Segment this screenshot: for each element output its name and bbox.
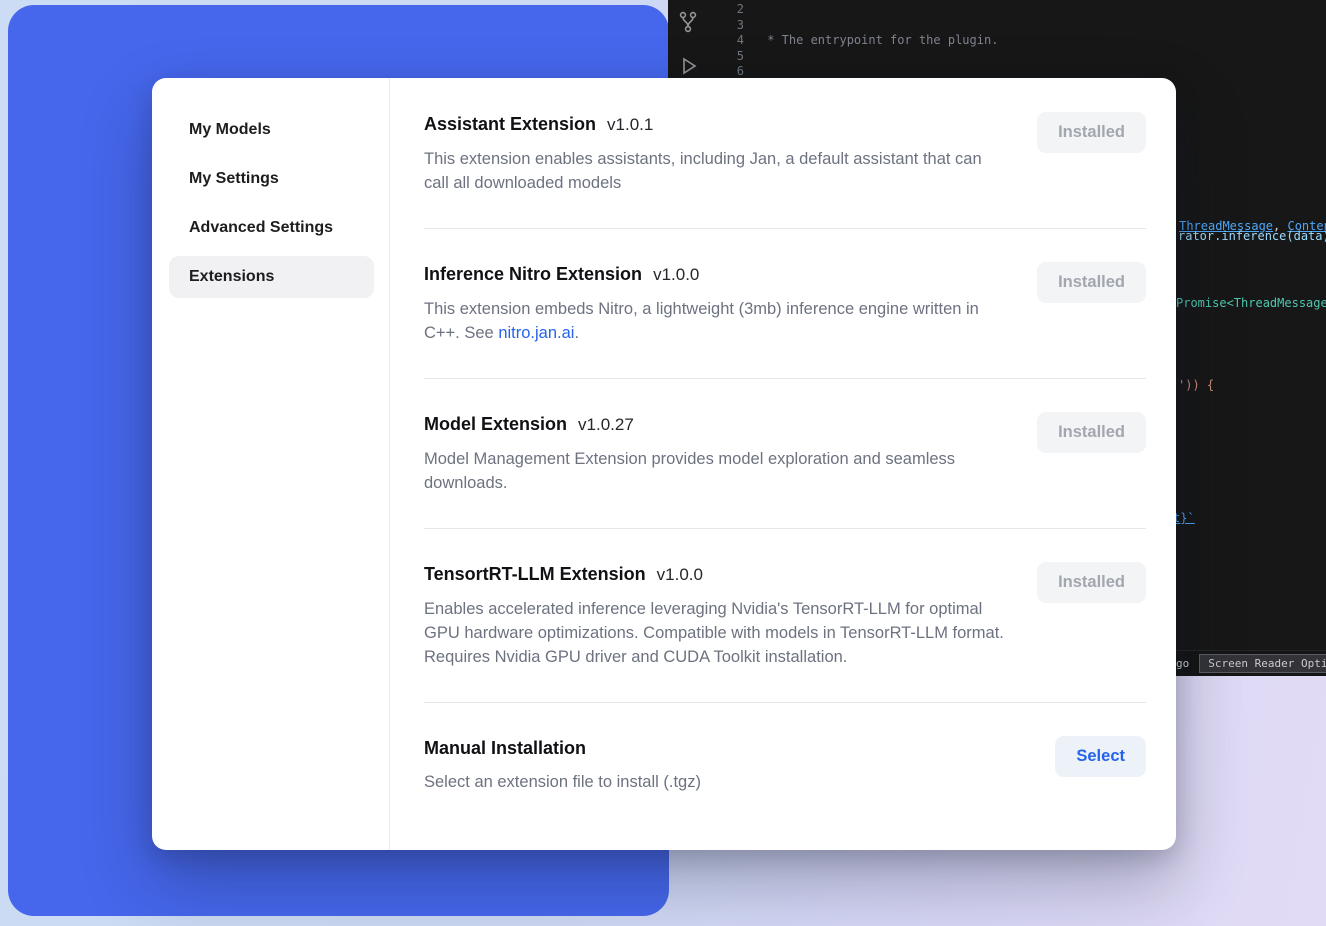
extension-version: v1.0.0 [657,563,703,587]
settings-modal: My Models My Settings Advanced Settings Ext… [152,78,1176,850]
extensions-content: Assistant Extension v1.0.1 This extension … [390,78,1176,850]
extension-description: This extension enables assistants, inclu… [424,147,1006,195]
extension-row: Inference Nitro Extension v1.0.0 This exte… [424,262,1146,345]
extension-name: TensortRT-LLM Extension [424,562,646,586]
line-number: 4 [668,33,744,49]
manual-installation-row: Manual Installation Select an extension … [424,736,1146,794]
extension-title-line: Assistant Extension v1.0.1 [424,112,1006,137]
sidebar-item-extensions[interactable]: Extensions [169,256,374,298]
extension-info: TensortRT-LLM Extension v1.0.0 Enables acc… [424,562,1006,669]
extension-title-line: Model Extension v1.0.27 [424,412,1006,437]
manual-installation-description: Select an extension file to install (.tg… [424,770,701,794]
extension-description: Model Management Extension provides mode… [424,447,1006,495]
sidebar-item-my-settings[interactable]: My Settings [169,158,374,200]
extension-title-line: TensortRT-LLM Extension v1.0.0 [424,562,1006,587]
manual-installation-title: Manual Installation [424,736,586,760]
extension-version: v1.0.0 [653,263,699,287]
extension-info: Model Extension v1.0.27 Model Management E… [424,412,1006,495]
extension-description: Enables accelerated inference leveraging… [424,597,1006,669]
extension-description-text: Model Management Extension provides mode… [424,450,955,492]
installed-button[interactable]: Installed [1037,562,1146,603]
extension-info: Assistant Extension v1.0.1 This extension … [424,112,1006,195]
manual-installation-info: Manual Installation Select an extension … [424,736,701,794]
code-fragment: Promise<ThreadMessage> [1176,296,1326,310]
extension-description-text: This extension enables assistants, inclu… [424,150,982,192]
extension-title-line: Inference Nitro Extension v1.0.0 [424,262,1006,287]
sidebar-item-advanced-settings[interactable]: Advanced Settings [169,207,374,249]
row-separator [424,528,1146,529]
row-separator [424,228,1146,229]
editor-line-numbers: 23456 [668,2,744,80]
installed-button[interactable]: Installed [1037,262,1146,303]
extension-description-text: Enables accelerated inference leveraging… [424,600,1004,666]
extension-version: v1.0.1 [607,113,653,137]
code-line-comment: * The entrypoint for the plugin. [760,33,1326,49]
line-number: 2 [668,2,744,18]
screen-reader-optimize-badge[interactable]: Screen Reader Optimize [1199,654,1326,673]
extensions-list: Assistant Extension v1.0.1 This extension … [424,112,1146,703]
extension-link[interactable]: nitro.jan.ai [498,324,574,342]
installed-button[interactable]: Installed [1037,112,1146,153]
sidebar-item-my-models[interactable]: My Models [169,109,374,151]
extension-name: Model Extension [424,412,567,436]
line-number: 5 [668,49,744,65]
extension-description-suffix: . [574,324,579,342]
line-number: 3 [668,18,744,34]
code-fragment: rator.inference(data)); [1178,229,1326,243]
settings-sidebar: My Models My Settings Advanced Settings Ext… [152,78,390,850]
extension-row: Model Extension v1.0.27 Model Management E… [424,412,1146,495]
extension-row: Assistant Extension v1.0.1 This extension … [424,112,1146,195]
installed-button[interactable]: Installed [1037,412,1146,453]
row-separator [424,378,1146,379]
code-fragment: t}` [1173,511,1195,525]
select-button[interactable]: Select [1055,736,1146,777]
manual-installation-title-line: Manual Installation [424,736,701,760]
extension-name: Assistant Extension [424,112,596,136]
extension-name: Inference Nitro Extension [424,262,642,286]
extension-info: Inference Nitro Extension v1.0.0 This exte… [424,262,1006,345]
code-fragment: ')) { [1178,378,1214,392]
extension-version: v1.0.27 [578,413,634,437]
row-separator [424,702,1146,703]
status-text: go [1176,657,1189,670]
extension-description: This extension embeds Nitro, a lightweig… [424,297,1006,345]
extension-row: TensortRT-LLM Extension v1.0.0 Enables acc… [424,562,1146,669]
